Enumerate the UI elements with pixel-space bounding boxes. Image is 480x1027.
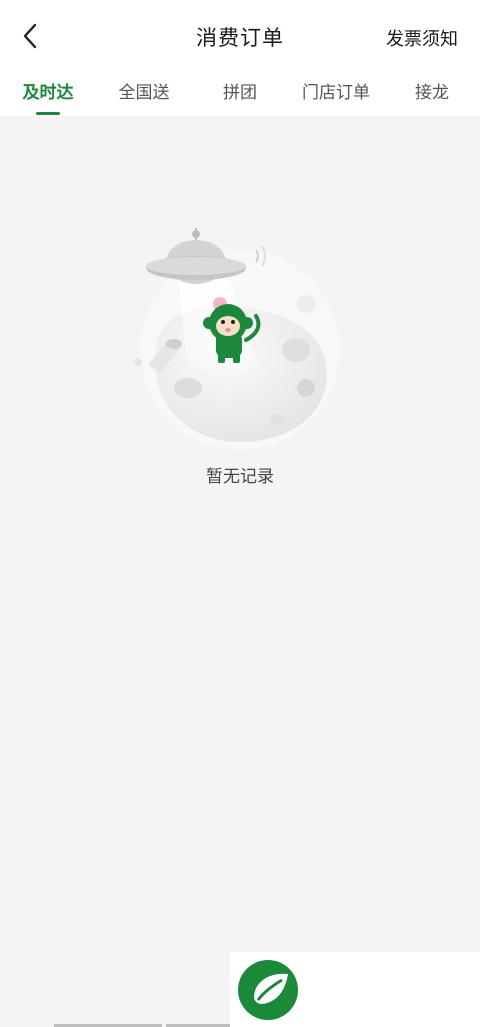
tab-instant[interactable]: 及时达 [23,78,74,103]
tab-relay[interactable]: 接龙 [415,78,449,103]
tab-group-buy[interactable]: 拼团 [223,78,257,103]
empty-state-text: 暂无记录 [206,467,274,487]
tab-store-orders[interactable]: 门店订单 [302,78,370,103]
empty-state-illustration [128,220,352,460]
brand-logo [230,952,480,1027]
invoice-notice-link[interactable]: 发票须知 [386,25,458,51]
tab-nationwide[interactable]: 全国送 [119,78,170,103]
leaf-logo-icon [238,960,298,1020]
header-bar: 消费订单 发票须知 [0,0,480,72]
active-tab-indicator [36,112,60,115]
order-tabs: 及时达 全国送 拼团 门店订单 接龙 [0,72,480,116]
bottom-scroll-indicator [0,1023,480,1027]
